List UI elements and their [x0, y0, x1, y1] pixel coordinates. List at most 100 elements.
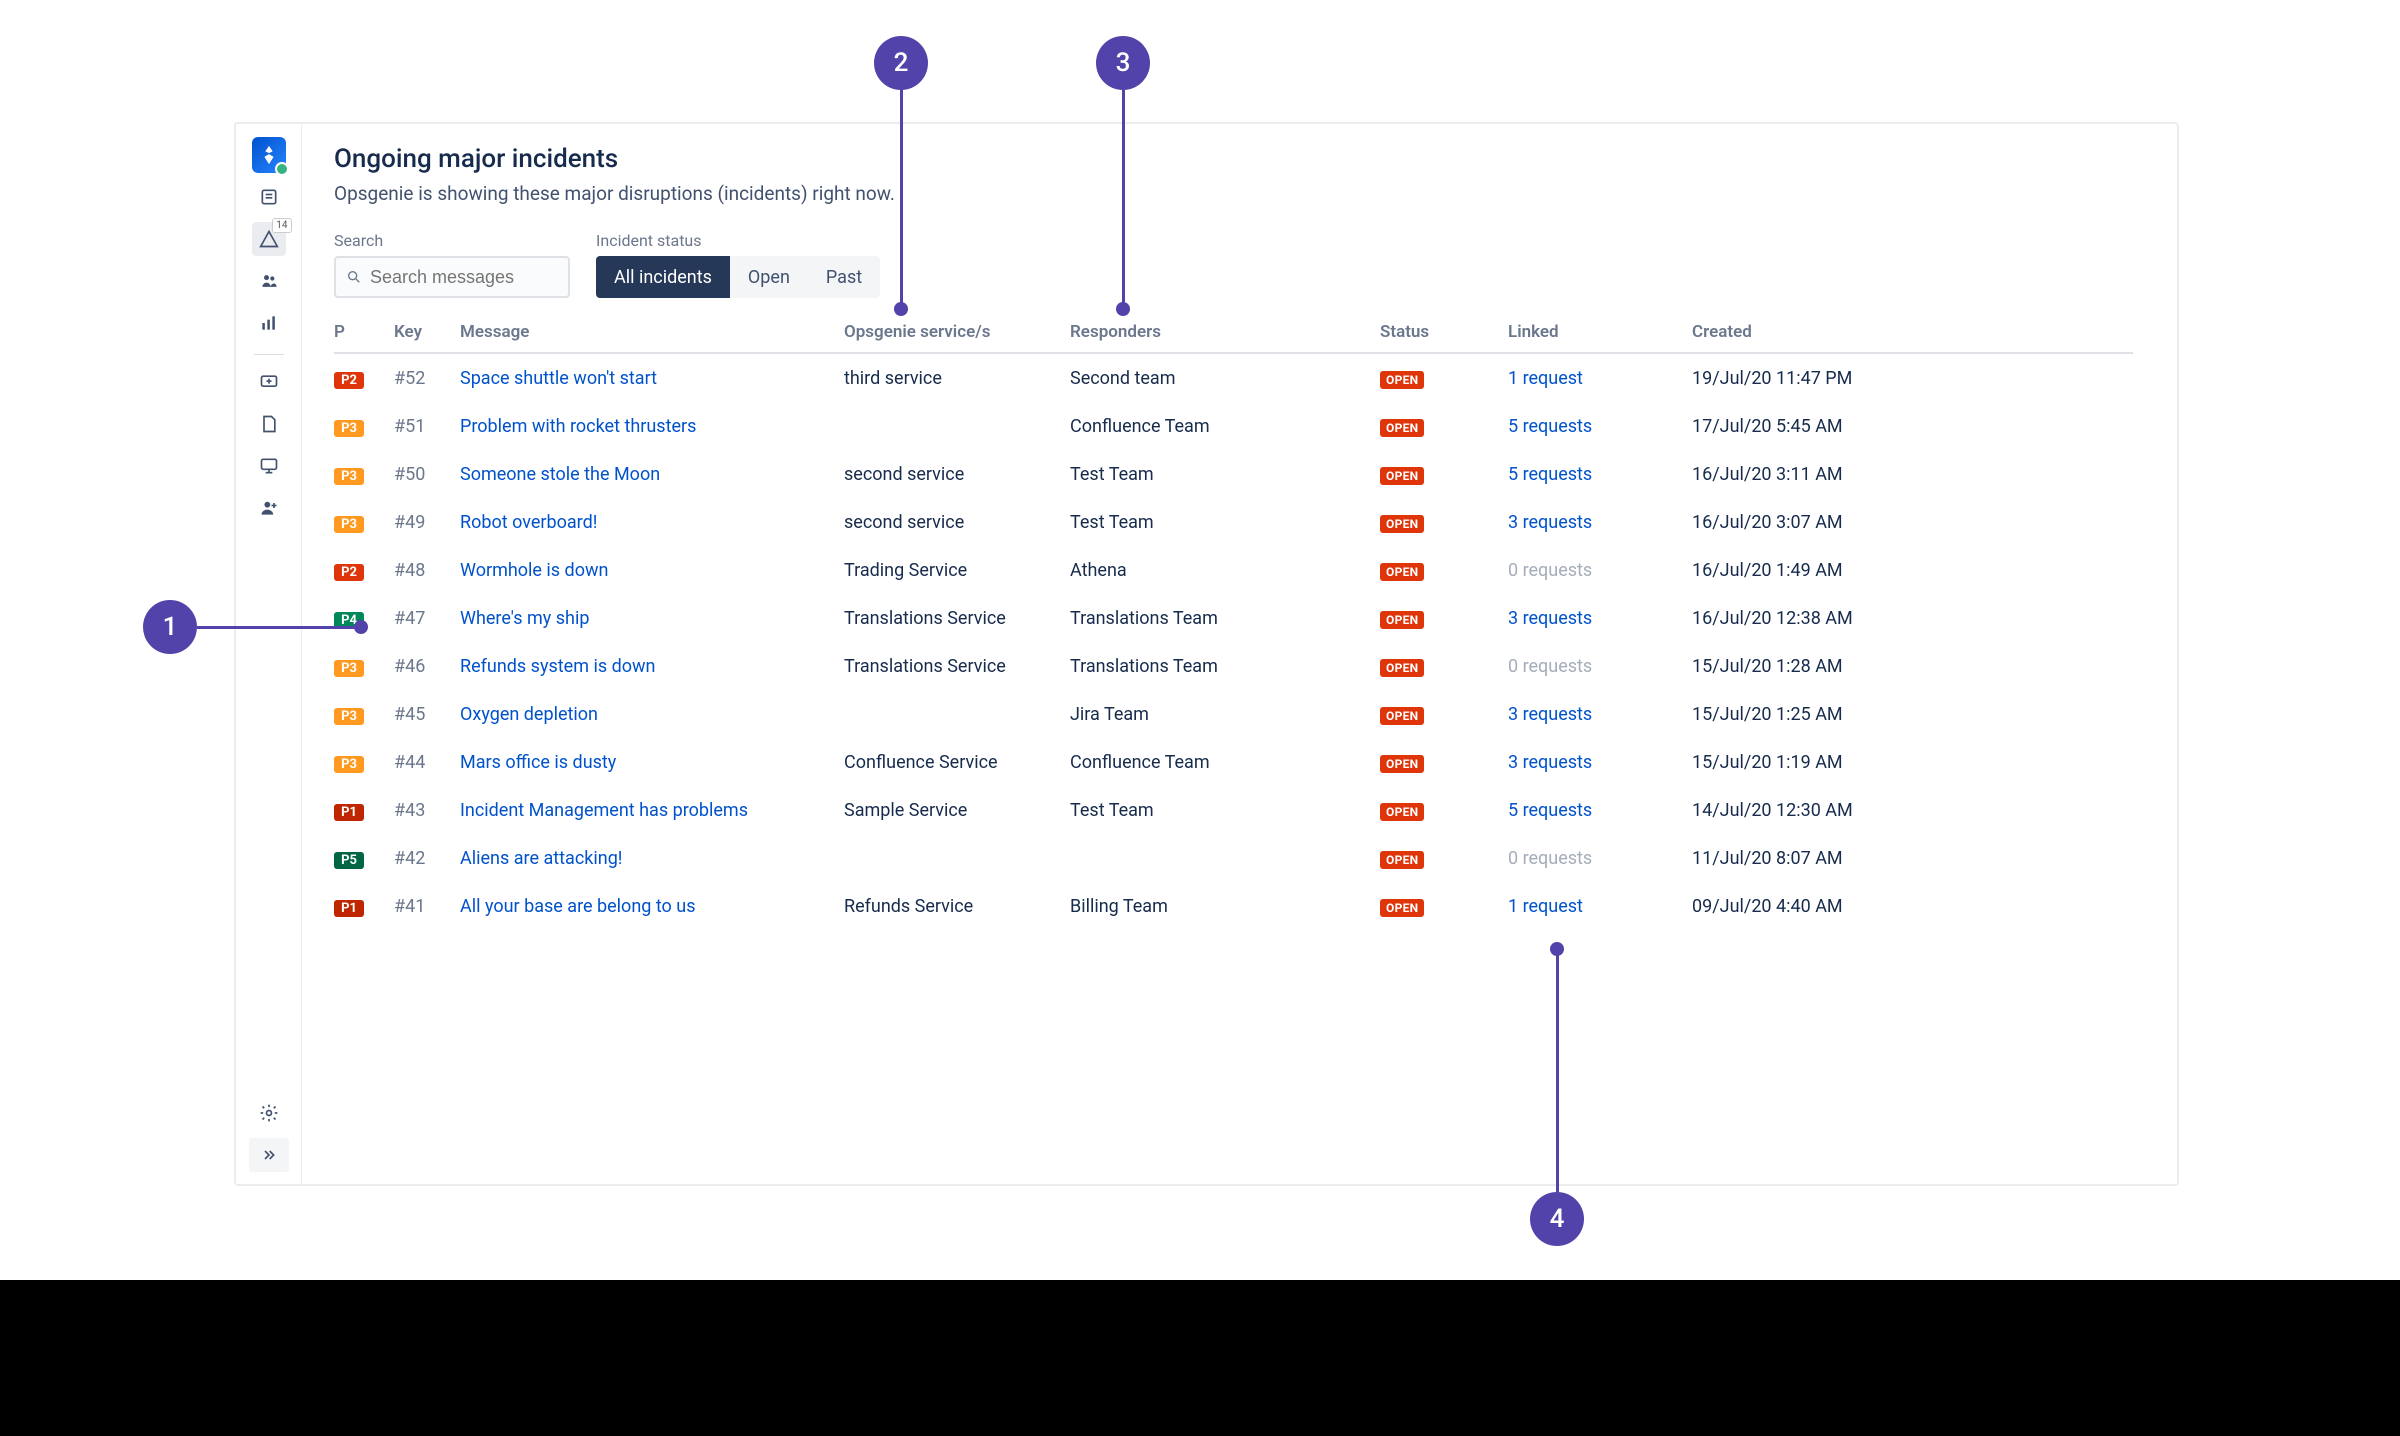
linked-requests-link[interactable]: 3 requests	[1508, 608, 1592, 629]
table-row: P1 #41 All your base are belong to us Re…	[334, 882, 2133, 930]
segment-open[interactable]: Open	[730, 256, 808, 298]
linked-requests-link[interactable]: 1 request	[1508, 896, 1583, 917]
created-cell: 19/Jul/20 11:47 PM	[1692, 368, 1892, 389]
nav-reports[interactable]	[252, 306, 286, 340]
col-service[interactable]: Opsgenie service/s	[844, 322, 1070, 342]
status-badge: OPEN	[1380, 467, 1424, 485]
service-cell: Sample Service	[844, 800, 1070, 821]
col-message[interactable]: Message	[460, 322, 844, 342]
service-cell: second service	[844, 464, 1070, 485]
created-cell: 15/Jul/20 1:25 AM	[1692, 704, 1892, 725]
responders-cell: Confluence Team	[1070, 752, 1380, 773]
col-created[interactable]: Created	[1692, 322, 1892, 342]
col-responders[interactable]: Responders	[1070, 322, 1380, 342]
incident-message-link[interactable]: Aliens are attacking!	[460, 848, 622, 869]
col-priority[interactable]: P	[334, 322, 394, 342]
table-row: P3 #49 Robot overboard! second service T…	[334, 498, 2133, 546]
monitor-plus-icon	[259, 372, 279, 392]
incident-message-link[interactable]: Incident Management has problems	[460, 800, 748, 821]
incident-key: #42	[394, 848, 460, 869]
table-row: P4 #47 Where's my ship Translations Serv…	[334, 594, 2133, 642]
rocket-icon	[258, 144, 280, 166]
incident-message-link[interactable]: Wormhole is down	[460, 560, 608, 581]
annotation-3: 3	[1096, 36, 1150, 90]
priority-badge: P5	[334, 852, 364, 869]
linked-requests-link[interactable]: 3 requests	[1508, 512, 1592, 533]
segment-all-incidents[interactable]: All incidents	[596, 256, 730, 298]
priority-badge: P1	[334, 900, 364, 917]
search-input-wrapper[interactable]	[334, 256, 570, 298]
linked-requests-link[interactable]: 5 requests	[1508, 464, 1592, 485]
annotation-4-line	[1556, 952, 1559, 1192]
responders-cell: Confluence Team	[1070, 416, 1380, 437]
app-logo[interactable]	[252, 138, 286, 172]
col-linked[interactable]: Linked	[1508, 322, 1692, 342]
service-cell: third service	[844, 368, 1070, 389]
incident-message-link[interactable]: Someone stole the Moon	[460, 464, 660, 485]
nav-raise-request[interactable]	[252, 365, 286, 399]
responders-cell: Translations Team	[1070, 656, 1380, 677]
incident-key: #45	[394, 704, 460, 725]
incident-key: #44	[394, 752, 460, 773]
nav-settings[interactable]	[252, 1096, 286, 1130]
alerts-count-badge: 14	[272, 218, 291, 233]
sidebar-expand-button[interactable]	[249, 1138, 289, 1172]
monitor-icon	[259, 456, 279, 476]
incidents-table: P Key Message Opsgenie service/s Respond…	[334, 322, 2133, 930]
people-icon	[259, 271, 279, 291]
nav-queues[interactable]	[252, 180, 286, 214]
linked-requests-link[interactable]: 5 requests	[1508, 800, 1592, 821]
linked-requests-link[interactable]: 1 request	[1508, 368, 1583, 389]
incident-message-link[interactable]: Robot overboard!	[460, 512, 597, 533]
incident-message-link[interactable]: Mars office is dusty	[460, 752, 616, 773]
incident-message-link[interactable]: Oxygen depletion	[460, 704, 598, 725]
priority-badge: P3	[334, 420, 364, 437]
table-row: P3 #51 Problem with rocket thrusters Con…	[334, 402, 2133, 450]
page-icon	[259, 414, 279, 434]
linked-requests-link[interactable]: 3 requests	[1508, 752, 1592, 773]
responders-cell: Test Team	[1070, 512, 1380, 533]
priority-badge: P2	[334, 564, 364, 581]
priority-badge: P3	[334, 756, 364, 773]
status-badge: OPEN	[1380, 611, 1424, 629]
status-segmented: All incidents Open Past	[596, 256, 880, 298]
gear-icon	[259, 1103, 279, 1123]
incident-key: #51	[394, 416, 460, 437]
incident-key: #52	[394, 368, 460, 389]
filter-row: Search Incident status All incidents Ope…	[334, 231, 2133, 298]
incident-key: #41	[394, 896, 460, 917]
incident-message-link[interactable]: Problem with rocket thrusters	[460, 416, 696, 437]
app-window: 14 Ongoing major i	[234, 122, 2179, 1186]
table-row: P2 #48 Wormhole is down Trading Service …	[334, 546, 2133, 594]
responders-cell: Second team	[1070, 368, 1380, 389]
segment-past[interactable]: Past	[808, 256, 880, 298]
status-badge: OPEN	[1380, 707, 1424, 725]
service-cell: Translations Service	[844, 608, 1070, 629]
priority-badge: P3	[334, 708, 364, 725]
status-badge: OPEN	[1380, 515, 1424, 533]
incident-message-link[interactable]: Where's my ship	[460, 608, 589, 629]
service-cell: Confluence Service	[844, 752, 1070, 773]
queues-icon	[259, 187, 279, 207]
col-status[interactable]: Status	[1380, 322, 1508, 342]
chart-bar-icon	[259, 313, 279, 333]
nav-customers[interactable]	[252, 491, 286, 525]
incident-message-link[interactable]: Space shuttle won't start	[460, 368, 657, 389]
nav-knowledge[interactable]	[252, 407, 286, 441]
linked-requests-link[interactable]: 3 requests	[1508, 704, 1592, 725]
linked-requests-link[interactable]: 5 requests	[1508, 416, 1592, 437]
nav-people[interactable]	[252, 264, 286, 298]
incident-message-link[interactable]: Refunds system is down	[460, 656, 655, 677]
incident-message-link[interactable]: All your base are belong to us	[460, 896, 696, 917]
col-key[interactable]: Key	[394, 322, 460, 342]
responders-cell: Test Team	[1070, 800, 1380, 821]
nav-alerts[interactable]: 14	[252, 222, 286, 256]
sidebar-divider	[254, 354, 284, 355]
table-row: P1 #43 Incident Management has problems …	[334, 786, 2133, 834]
incident-key: #46	[394, 656, 460, 677]
status-badge: OPEN	[1380, 371, 1424, 389]
nav-channels[interactable]	[252, 449, 286, 483]
sidebar: 14	[236, 124, 302, 1184]
status-badge: OPEN	[1380, 755, 1424, 773]
search-input[interactable]	[370, 267, 558, 288]
